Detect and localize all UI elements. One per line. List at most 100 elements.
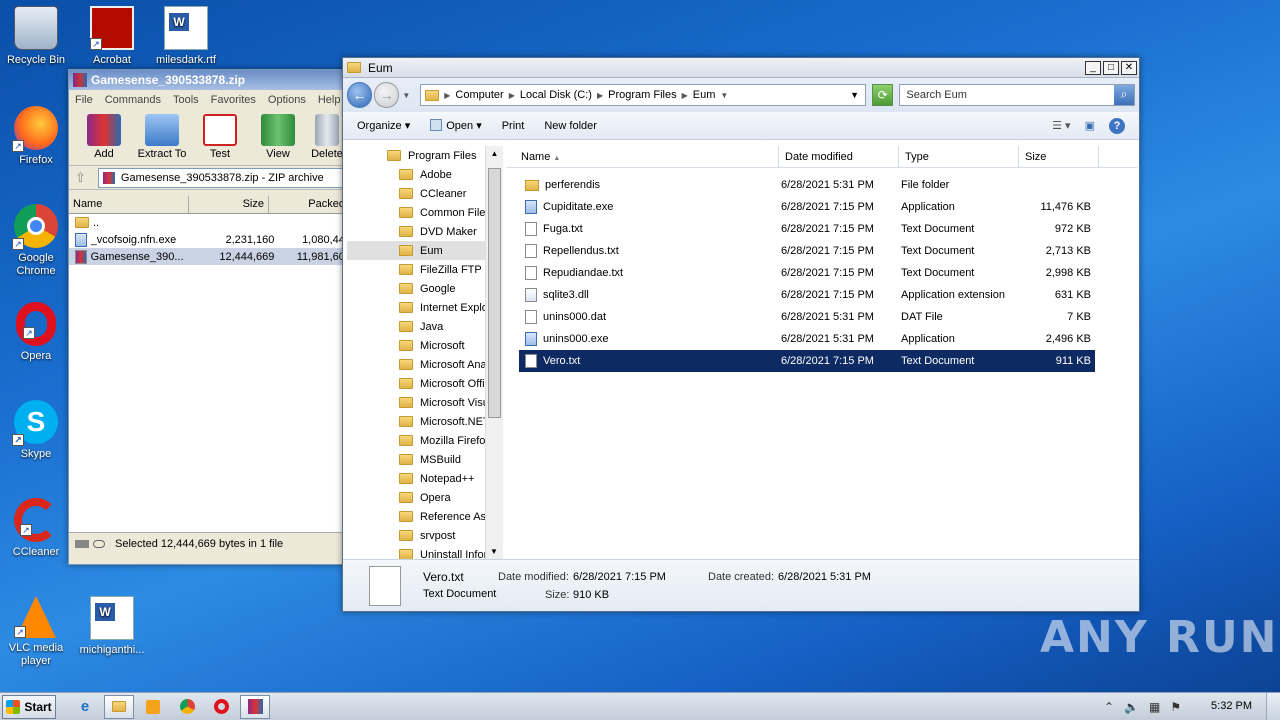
table-row[interactable]: perferendis 6/28/2021 5:31 PM File folde… [519,174,1095,196]
tree-item[interactable]: Microsoft.NET [347,412,502,431]
tree-item[interactable]: FileZilla FTP Cli [347,260,502,279]
desktop-icon-michiganthi[interactable]: W michiganthi... [76,596,148,657]
tree-item[interactable]: Opera [347,488,502,507]
minimize-button[interactable]: _ [1085,60,1101,75]
winrar-menu-help[interactable]: Help [318,94,341,106]
winrar-menu-options[interactable]: Options [268,94,306,106]
table-row[interactable]: sqlite3.dll 6/28/2021 7:15 PM Applicatio… [519,284,1095,306]
tree-item[interactable]: Java [347,317,502,336]
view-options-icon[interactable]: ☰ ▾ [1052,119,1070,132]
taskbar-explorer[interactable] [104,694,134,719]
col-type[interactable]: Type [899,146,1019,167]
refresh-button[interactable]: ⟳ [872,84,894,106]
scroll-thumb[interactable] [488,168,501,418]
tree-item[interactable]: Microsoft [347,336,502,355]
winrar-delete-button[interactable]: Delete [307,110,347,165]
winrar-extract-button[interactable]: Extract To [133,110,191,165]
table-row[interactable]: Fuga.txt 6/28/2021 7:15 PM Text Document… [519,218,1095,240]
tree-item[interactable]: Reference Ass [347,507,502,526]
breadcrumb-computer[interactable]: Computer [455,89,503,101]
clock[interactable]: 5:32 PM [1211,700,1252,712]
winrar-col-packed[interactable]: Packed [269,196,349,213]
col-date-modified[interactable]: Date modified [779,146,899,167]
table-row[interactable]: unins000.dat 6/28/2021 5:31 PM DAT File … [519,306,1095,328]
col-name[interactable]: Name ▲ [507,146,779,167]
taskbar-media-player[interactable] [138,695,168,719]
desktop-icon-skype[interactable]: S ↗ Skype [0,400,72,461]
desktop-icon-vlc[interactable]: ↗ VLC media player [0,596,72,668]
tree-item-selected[interactable]: Eum [347,241,502,260]
print-button[interactable]: Print [502,120,525,132]
winrar-menu-commands[interactable]: Commands [105,94,161,106]
scroll-down-arrow-icon[interactable]: ▼ [486,544,502,560]
search-icon[interactable]: ⌕ [1114,85,1135,105]
explorer-titlebar[interactable]: Eum _ □ ✕ [343,58,1139,78]
desktop-icon-firefox[interactable]: ↗ Firefox [0,106,72,167]
taskbar-ie[interactable]: e [70,695,100,719]
explorer-window[interactable]: Eum _ □ ✕ ← → ▼ ▶ Computer ▶ Local Disk … [342,57,1140,612]
winrar-menu-favorites[interactable]: Favorites [211,94,256,106]
organize-button[interactable]: Organize ▾ [357,119,410,132]
tree-item[interactable]: Internet Explor [347,298,502,317]
scroll-up-arrow-icon[interactable]: ▲ [486,146,503,162]
winrar-view-button[interactable]: View [249,110,307,165]
breadcrumb[interactable]: ▶ Computer ▶ Local Disk (C:) ▶ Program F… [420,84,867,106]
show-desktop-button[interactable] [1266,693,1280,720]
new-folder-button[interactable]: New folder [544,120,597,132]
maximize-button[interactable]: □ [1103,60,1119,75]
list-item[interactable]: .. [69,214,351,231]
help-icon[interactable]: ? [1109,117,1125,134]
tree-item-program-files[interactable]: Program Files [347,146,502,165]
close-button[interactable]: ✕ [1121,60,1137,75]
breadcrumb-eum[interactable]: Eum [693,89,716,101]
list-item[interactable]: _vcofsoig.nfn.exe 2,231,160 1,080,440 [69,231,351,248]
winrar-test-button[interactable]: Test [191,110,249,165]
volume-icon[interactable]: 🔈 [1124,700,1139,714]
tree-item[interactable]: CCleaner [347,184,502,203]
table-row[interactable]: Cupiditate.exe 6/28/2021 7:15 PM Applica… [519,196,1095,218]
table-row[interactable]: unins000.exe 6/28/2021 5:31 PM Applicati… [519,328,1095,350]
up-arrow-icon[interactable]: ⇧ [75,170,86,186]
breadcrumb-local-disk[interactable]: Local Disk (C:) [520,89,592,101]
table-row-selected[interactable]: Vero.txt 6/28/2021 7:15 PM Text Document… [519,350,1095,372]
winrar-window[interactable]: Gamesense_390533878.zip File Commands To… [68,69,352,565]
desktop-icon-recycle-bin[interactable]: Recycle Bin [0,6,72,67]
taskbar-chrome[interactable] [172,695,202,719]
desktop-icon-milesdark[interactable]: W milesdark.rtf [150,6,222,67]
desktop-icon-acrobat[interactable]: ↗ Acrobat [76,6,148,67]
forward-button[interactable]: → [374,82,400,108]
taskbar-winrar[interactable] [240,694,270,719]
winrar-add-button[interactable]: Add [75,110,133,165]
tree-item[interactable]: DVD Maker [347,222,502,241]
preview-pane-icon[interactable]: ▣ [1085,119,1095,132]
chevron-down-icon[interactable]: ▼ [402,91,410,100]
col-size[interactable]: Size [1019,146,1099,167]
table-row[interactable]: Repellendus.txt 6/28/2021 7:15 PM Text D… [519,240,1095,262]
flag-icon[interactable]: ⚑ [1170,700,1181,714]
tree-item[interactable]: Uninstall Inforr [347,545,502,560]
tree-item[interactable]: Notepad++ [347,469,502,488]
start-button[interactable]: Start [2,694,56,719]
winrar-titlebar[interactable]: Gamesense_390533878.zip [69,70,351,90]
open-button[interactable]: Open ▾ [430,119,482,132]
desktop-icon-ccleaner[interactable]: ↗ CCleaner [0,498,72,559]
tray-expand-icon[interactable]: ⌃ [1104,700,1114,714]
tree-item[interactable]: Mozilla Firefox [347,431,502,450]
winrar-menu-tools[interactable]: Tools [173,94,199,106]
tree-item[interactable]: MSBuild [347,450,502,469]
winrar-menu-file[interactable]: File [75,94,93,106]
tree-item[interactable]: srvpost [347,526,502,545]
desktop-icon-chrome[interactable]: ↗ Google Chrome [0,204,72,278]
breadcrumb-program-files[interactable]: Program Files [608,89,676,101]
list-item[interactable]: Gamesense_390... 12,444,669 11,981,602 [69,248,351,265]
search-input[interactable]: Search Eum ⌕ [899,84,1136,106]
tree-item[interactable]: Microsoft Offic [347,374,502,393]
tree-item[interactable]: Google [347,279,502,298]
back-button[interactable]: ← [347,82,373,108]
network-icon[interactable]: ▦ [1149,700,1160,714]
address-dropdown-icon[interactable]: ▼ [850,90,859,100]
tree-item[interactable]: Adobe [347,165,502,184]
desktop-icon-opera[interactable]: ↗ Opera [0,302,72,363]
winrar-col-name[interactable]: Name [69,196,189,213]
tree-item[interactable]: Microsoft Analy [347,355,502,374]
